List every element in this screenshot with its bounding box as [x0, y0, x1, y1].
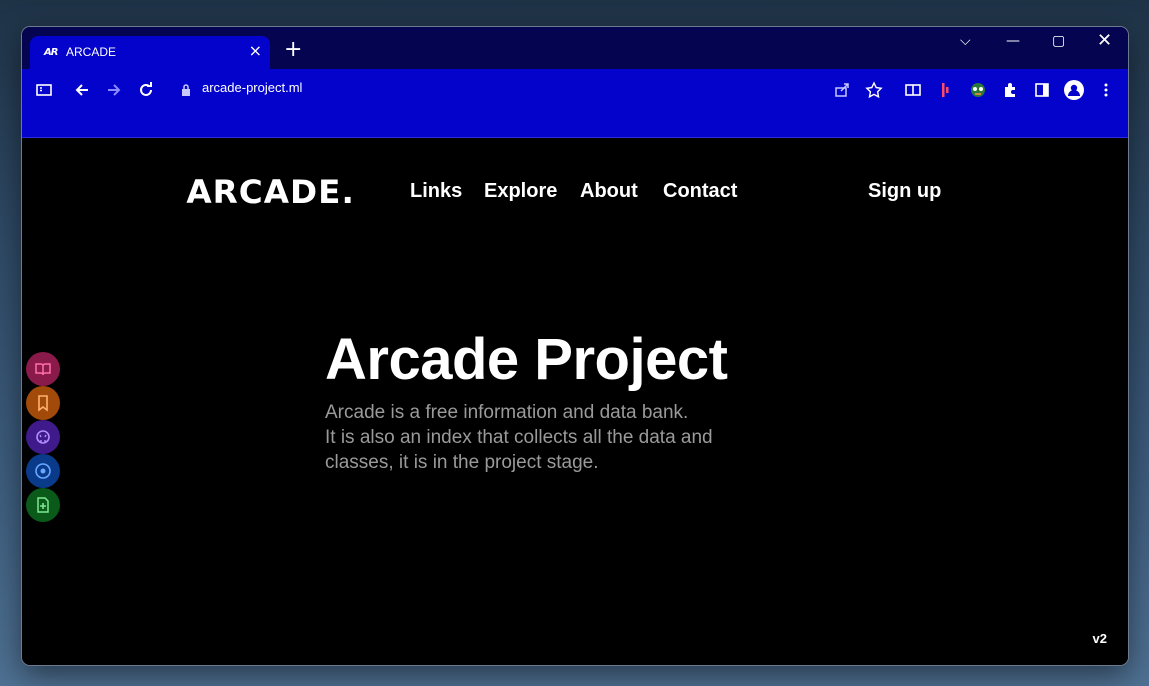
browser-window: AR ARCADE × + ⌵ — ▢ ✕ arcade-project.ml: [22, 27, 1128, 665]
hero-line: classes, it is in the project stage.: [325, 452, 599, 473]
forward-icon[interactable]: [103, 79, 125, 101]
tab-arcade[interactable]: AR ARCADE ×: [30, 36, 270, 69]
reload-icon[interactable]: [135, 79, 157, 101]
back-icon[interactable]: [71, 79, 93, 101]
book-icon: [35, 363, 51, 376]
nav-explore[interactable]: Explore: [484, 180, 557, 203]
hero-description: Arcade is a free information and data ba…: [325, 400, 785, 475]
nav-about[interactable]: About: [580, 180, 638, 203]
profile-avatar-icon[interactable]: [1063, 79, 1085, 101]
lock-icon[interactable]: [180, 82, 192, 101]
menu-kebab-icon[interactable]: [1095, 79, 1117, 101]
extension-mask-icon[interactable]: [967, 79, 989, 101]
bookmark-button[interactable]: [26, 386, 60, 420]
book-button[interactable]: [26, 352, 60, 386]
tab-favicon-icon: AR: [44, 47, 58, 58]
hero-line: Arcade is a free information and data ba…: [325, 402, 689, 423]
tab-strip: AR ARCADE × + ⌵ — ▢ ✕: [22, 27, 1128, 69]
tab-title: ARCADE: [66, 45, 117, 59]
close-tab-icon[interactable]: ×: [249, 42, 262, 60]
site-logo[interactable]: ARCADE.: [186, 173, 355, 211]
page-content: ARCADE. Links Explore About Contact Sign…: [22, 138, 1128, 665]
nav-contact[interactable]: Contact: [663, 180, 737, 203]
extension-bars-icon[interactable]: [935, 79, 957, 101]
file-plus-button[interactable]: [26, 488, 60, 522]
github-button[interactable]: [26, 420, 60, 454]
target-button[interactable]: [26, 454, 60, 488]
signup-link[interactable]: Sign up: [868, 180, 941, 203]
reading-mode-icon[interactable]: [902, 79, 924, 101]
minimize-icon[interactable]: —: [1006, 33, 1020, 49]
version-label: v2: [1092, 631, 1107, 646]
bookmark-star-icon[interactable]: [863, 79, 885, 101]
file-plus-icon: [37, 497, 49, 513]
address-bar[interactable]: arcade-project.ml: [202, 80, 302, 95]
sidebar-toggle-icon[interactable]: [33, 79, 55, 101]
chevron-down-icon[interactable]: ⌵: [960, 33, 971, 49]
new-tab-icon[interactable]: +: [284, 39, 302, 61]
hero-line: It is also an index that collects all th…: [325, 427, 713, 448]
nav-links[interactable]: Links: [410, 180, 462, 203]
bookmark-icon: [38, 395, 48, 412]
hero-title: Arcade Project: [325, 327, 728, 392]
side-panel-icon[interactable]: [1031, 79, 1053, 101]
maximize-icon[interactable]: ▢: [1052, 33, 1065, 49]
browser-toolbar: arcade-project.ml: [22, 69, 1128, 138]
share-icon[interactable]: [831, 79, 853, 101]
target-icon: [35, 463, 51, 479]
extensions-puzzle-icon[interactable]: [999, 79, 1021, 101]
github-icon: [36, 430, 50, 444]
close-window-icon[interactable]: ✕: [1097, 30, 1112, 51]
